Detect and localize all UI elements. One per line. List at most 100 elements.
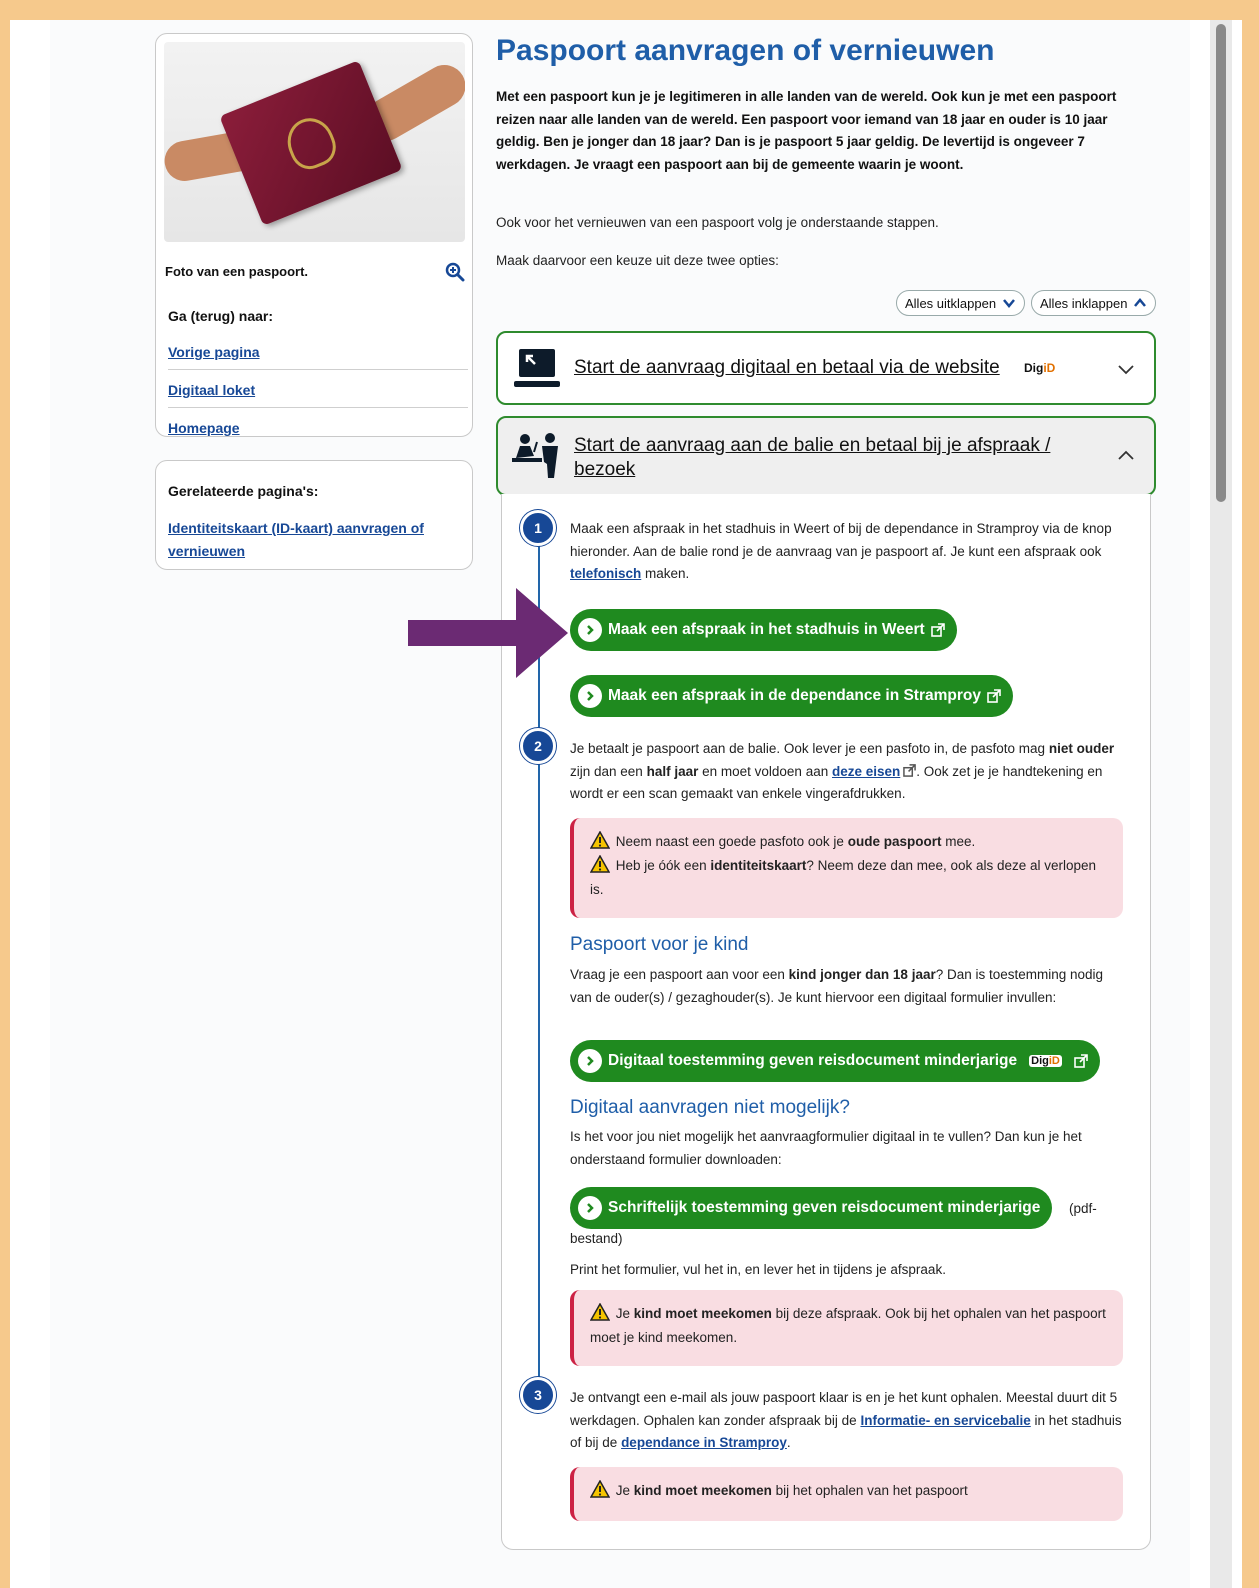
step-2-bold2: half jaar [646, 763, 699, 779]
intro-text: Met een paspoort kun je je legitimeren i… [496, 89, 1117, 172]
chevron-right-icon [578, 1049, 602, 1073]
appointment-stramproy-label: Maak een afspraak in de dependance in St… [608, 687, 981, 704]
appointment-stramproy-button[interactable]: Maak een afspraak in de dependance in St… [570, 675, 1013, 717]
page-title: Paspoort aanvragen of vernieuwen [496, 34, 995, 67]
accordion-counter[interactable]: Start de aanvraag aan de balie en betaal… [496, 416, 1156, 496]
link-homepage[interactable]: Homepage [168, 420, 240, 436]
stramproy-link[interactable]: dependance in Stramproy [621, 1435, 787, 1450]
chevron-up-icon[interactable] [1116, 446, 1136, 466]
desk-service-icon [512, 433, 558, 478]
kid-a: Vraag je een paspoort aan voor een [570, 967, 785, 982]
kid-bold: kind jonger dan 18 jaar [788, 967, 936, 982]
step-2-text: Je betaalt je paspoort aan de balie. Ook… [570, 738, 1125, 806]
zoom-in-icon[interactable] [445, 262, 465, 282]
chevron-right-icon [578, 684, 602, 708]
written-consent-label: Schriftelijk toestemming geven reisdocum… [608, 1199, 1041, 1216]
accordion-digital[interactable]: Start de aanvraag digitaal en betaal via… [496, 331, 1156, 405]
warning-icon [590, 1480, 610, 1498]
service-desk-link[interactable]: Informatie- en servicebalie [860, 1413, 1030, 1428]
link-previous-page[interactable]: Vorige pagina [168, 344, 260, 360]
chevron-right-icon [578, 1196, 602, 1220]
external-link-icon [903, 763, 917, 777]
divider [168, 369, 468, 370]
nav-heading: Ga (terug) naar: [168, 308, 274, 324]
warning-line-2: Heb je óók een identiteitskaart? Neem de… [590, 854, 1107, 902]
digid-logo: DigiD [1029, 1055, 1062, 1067]
step-1-badge: 1 [520, 510, 556, 546]
sidebar-card: Foto van een paspoort. Ga (terug) naar: … [155, 33, 473, 437]
phone-link[interactable]: telefonisch [570, 566, 641, 581]
step-1-body: Maak een afspraak in het stadhuis in Wee… [570, 521, 1112, 559]
digid-suffix: iD [1043, 361, 1056, 375]
not-possible-heading: Digitaal aanvragen niet mogelijk? [570, 1097, 850, 1118]
digid-prefix: Dig [1024, 361, 1044, 375]
w3-a: Je [615, 1306, 631, 1321]
digid-prefix: Dig [1031, 1055, 1049, 1067]
coat-of-arms [280, 111, 342, 175]
warning-child-pickup: Je kind moet meekomen bij het ophalen va… [570, 1467, 1123, 1521]
step-1-end: maken. [645, 566, 690, 581]
appointment-weert-button[interactable]: Maak een afspraak in het stadhuis in Wee… [570, 609, 957, 651]
link-digital-desk[interactable]: Digitaal loket [168, 382, 255, 398]
w3-bold: kind moet meekomen [633, 1306, 772, 1321]
step-1-text: Maak een afspraak in het stadhuis in Wee… [570, 518, 1125, 586]
expand-all-button[interactable]: Alles uitklappen [896, 290, 1026, 316]
warning-old-passport: Neem naast een goede pasfoto ook je oude… [570, 818, 1123, 918]
accordion-counter-line1: Start de aanvraag aan de balie en betaal… [574, 435, 1051, 456]
external-link-icon [930, 623, 945, 637]
print-text: Print het formulier, vul het in, en leve… [570, 1262, 946, 1277]
child-passport-heading: Paspoort voor je kind [570, 934, 749, 955]
chevron-right-icon [578, 618, 602, 642]
warning-child-must-come: Je kind moet meekomen bij deze afspraak.… [570, 1290, 1123, 1366]
collapse-all-label: Alles inklappen [1040, 295, 1128, 311]
related-pages-card: Gerelateerde pagina's: Identiteitskaart … [155, 460, 473, 570]
warning-icon [590, 855, 610, 873]
related-heading: Gerelateerde pagina's: [168, 483, 319, 499]
step-2-b: zijn dan een [570, 763, 643, 779]
w1-b: mee. [945, 834, 976, 849]
requirements-link[interactable]: deze eisen [832, 764, 900, 779]
browser-viewport: Foto van een paspoort. Ga (terug) naar: … [10, 20, 1242, 1588]
digital-consent-button[interactable]: Digitaal toestemming geven reisdocument … [570, 1040, 1100, 1082]
w2-bold: identiteitskaart [710, 858, 807, 873]
chevron-down-icon[interactable] [1116, 359, 1136, 379]
accordion-digital-title[interactable]: Start de aanvraag digitaal en betaal via… [574, 357, 1000, 379]
passport-cover [219, 60, 403, 226]
pdf-note-a: (pdf- [1069, 1201, 1097, 1216]
appointment-weert-label: Maak een afspraak in het stadhuis in Wee… [608, 621, 925, 638]
step-2-bold1: niet ouder [1048, 741, 1115, 756]
passport-photo[interactable] [164, 42, 465, 242]
external-link-icon [1074, 1054, 1088, 1068]
scrollbar-thumb[interactable] [1216, 24, 1226, 502]
photo-caption: Foto van een paspoort. [165, 264, 309, 279]
w4-bold: kind moet meekomen [633, 1483, 772, 1498]
annotation-arrow-icon [408, 588, 568, 678]
digid-logo: DigiD [1024, 361, 1055, 375]
step-3-badge: 3 [520, 1377, 556, 1413]
warning-icon [590, 1303, 610, 1321]
accordion-digital-label: Start de aanvraag digitaal en betaal via… [574, 357, 1000, 378]
w2-a: Heb je óók een [615, 858, 707, 873]
accordion-counter-title[interactable]: Start de aanvraag aan de balie en betaal… [574, 434, 1050, 482]
external-link-icon [987, 689, 1001, 703]
pdf-note-b: bestand) [570, 1231, 623, 1246]
written-consent-button[interactable]: Schriftelijk toestemming geven reisdocum… [570, 1187, 1053, 1229]
not-possible-text: Is het voor jou niet mogelijk het aanvra… [570, 1129, 1082, 1167]
w4-a: Je [615, 1483, 631, 1498]
chevron-up-icon [1134, 298, 1147, 307]
warning-icon [590, 831, 610, 849]
choice-text: Maak daarvoor een keuze uit deze twee op… [496, 253, 779, 268]
digid-suffix: iD [1048, 1055, 1060, 1067]
child-passport-text: Vraag je een paspoort aan voor een kind … [570, 964, 1125, 1009]
expand-all-label: Alles uitklappen [905, 295, 997, 311]
computer-icon [514, 349, 560, 387]
renew-text: Ook voor het vernieuwen van een paspoort… [496, 215, 939, 230]
collapse-all-button[interactable]: Alles inklappen [1031, 290, 1157, 316]
step-2-a: Je betaalt je paspoort aan de balie. Ook… [570, 741, 1046, 756]
step-3-text: Je ontvangt een e-mail als jouw paspoort… [570, 1387, 1125, 1455]
warning-line-1: Neem naast een goede pasfoto ook je oude… [590, 830, 1107, 854]
step-2-badge: 2 [520, 728, 556, 764]
step-3-c: . [786, 1435, 791, 1450]
link-id-card[interactable]: Identiteitskaart (ID-kaart) aanvragen of… [168, 517, 458, 563]
step-2-c: en moet voldoen aan [702, 763, 829, 779]
